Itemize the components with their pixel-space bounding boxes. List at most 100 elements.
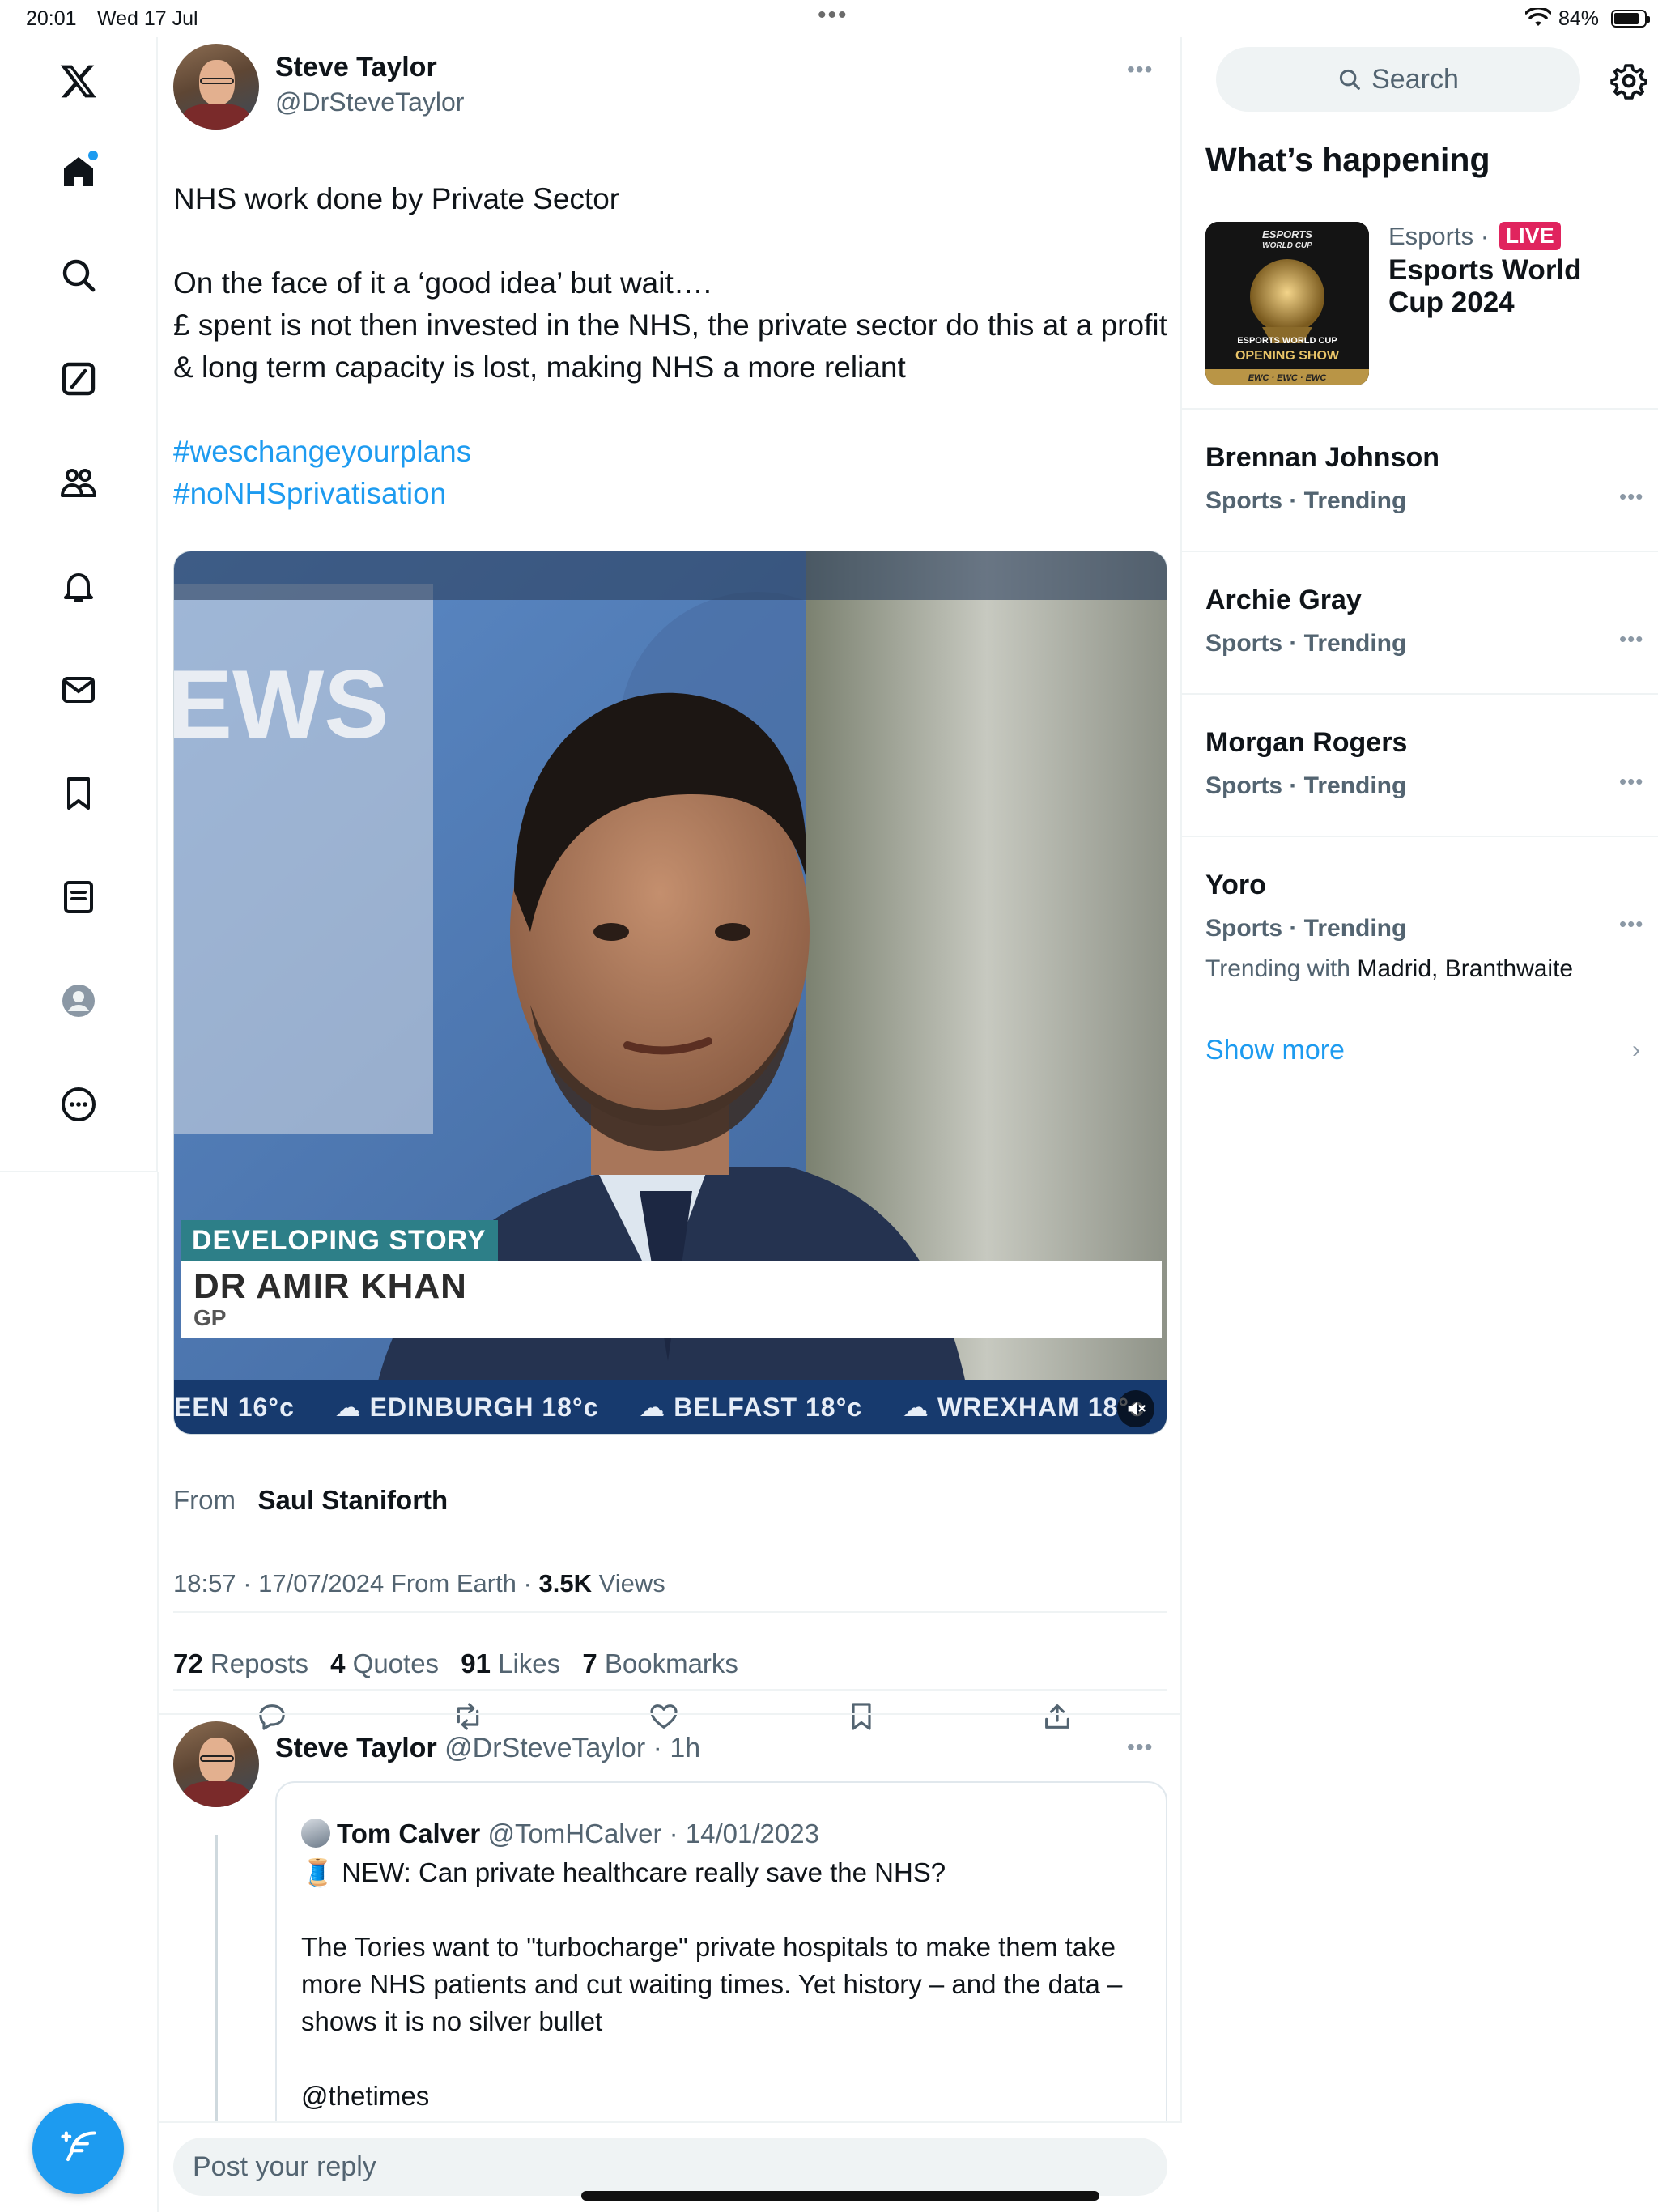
multitasking-dots-icon[interactable]: ••• bbox=[818, 2, 848, 29]
developing-story-tag: DEVELOPING STORY bbox=[181, 1220, 498, 1261]
trend-item[interactable]: Morgan Rogers Sports · Trending ••• bbox=[1182, 693, 1658, 836]
quoted-author-name[interactable]: Tom Calver bbox=[337, 1819, 480, 1848]
svg-text:WORLD CUP: WORLD CUP bbox=[1262, 241, 1312, 250]
bookmarks-icon[interactable] bbox=[54, 769, 103, 818]
grok-icon[interactable] bbox=[54, 355, 103, 403]
post-timestamp[interactable]: 18:57 · 17/07/2024 From Earth · bbox=[173, 1569, 532, 1597]
quoted-author-avatar[interactable] bbox=[301, 1819, 330, 1848]
divider bbox=[173, 1689, 1167, 1691]
author-avatar[interactable] bbox=[173, 44, 259, 130]
notifications-bell-icon[interactable] bbox=[54, 562, 103, 610]
featured-trend[interactable]: ESPORTS WORLD CUP ESPORTS WORLD CUP OPEN… bbox=[1205, 222, 1643, 389]
post-line-3: £ spent is not then invested in the NHS,… bbox=[173, 308, 1167, 384]
thread-line bbox=[215, 1835, 218, 2134]
bookmark-icon[interactable] bbox=[839, 1694, 884, 1739]
compose-post-button[interactable] bbox=[32, 2103, 124, 2194]
reposts-stat[interactable]: 72 Reposts bbox=[173, 1648, 308, 1678]
trend-meta: Sports · Trending bbox=[1205, 915, 1407, 942]
svg-text:EWS: EWS bbox=[174, 650, 389, 759]
whats-happening-title: What’s happening bbox=[1205, 141, 1490, 178]
profile-avatar-icon[interactable] bbox=[54, 976, 103, 1025]
ticker-item: EEN 16°c bbox=[174, 1393, 295, 1422]
trend-meta: Sports · Trending bbox=[1205, 487, 1407, 514]
communities-icon[interactable] bbox=[54, 458, 103, 507]
svg-text:ESPORTS WORLD CUP: ESPORTS WORLD CUP bbox=[1237, 336, 1337, 346]
esports-thumbnail: ESPORTS WORLD CUP ESPORTS WORLD CUP OPEN… bbox=[1205, 222, 1369, 385]
quoted-post[interactable]: Tom Calver @TomHCalver · 14/01/2023 🧵 NE… bbox=[275, 1781, 1167, 2154]
likes-stat[interactable]: 91 Likes bbox=[461, 1648, 560, 1678]
hashtag-link[interactable]: #noNHSprivatisation bbox=[173, 473, 1177, 515]
weather-ticker: EEN 16°c ☁ EDINBURGH 18°c ☁ BELFAST 18°c… bbox=[174, 1380, 1167, 1434]
author-handle[interactable]: @DrSteveTaylor bbox=[275, 87, 464, 117]
quoted-author: Tom Calver @TomHCalver · 14/01/2023 bbox=[301, 1819, 819, 1849]
svg-text:OPENING SHOW: OPENING SHOW bbox=[1235, 349, 1340, 363]
video-attribution: From Saul Staniforth bbox=[173, 1485, 448, 1516]
ticker-item: ☁ WREXHAM 18°c bbox=[903, 1393, 1145, 1422]
status-date: Wed 17 Jul bbox=[97, 7, 198, 30]
battery-icon bbox=[1611, 10, 1650, 28]
x-logo-icon[interactable] bbox=[54, 57, 103, 105]
chevron-right-icon: › bbox=[1632, 1036, 1640, 1063]
quoted-text: 🧵 NEW: Can private healthcare really sav… bbox=[301, 1854, 1151, 2152]
trend-item[interactable]: Archie Gray Sports · Trending ••• bbox=[1182, 551, 1658, 693]
ticker-item: ☁ BELFAST 18°c bbox=[639, 1393, 863, 1422]
reply-author-name[interactable]: Steve Taylor bbox=[275, 1733, 437, 1763]
views-count: 3.5K bbox=[538, 1569, 592, 1597]
video-player[interactable]: EWS DEVELOPING STORY DR AMIR KHAN GP EEN… bbox=[173, 551, 1167, 1435]
feather-plus-icon bbox=[60, 2130, 96, 2161]
settings-gear-icon[interactable] bbox=[1609, 62, 1648, 100]
bookmarks-stat[interactable]: 7 Bookmarks bbox=[582, 1648, 738, 1678]
main-column: Steve Taylor @DrSteveTaylor ••• NHS work… bbox=[159, 37, 1182, 2212]
trend-item[interactable]: Yoro Sports · Trending ••• Trending with… bbox=[1182, 836, 1658, 1014]
from-label: From bbox=[173, 1485, 236, 1515]
left-navigation bbox=[0, 37, 158, 1172]
svg-text:ESPORTS: ESPORTS bbox=[1262, 228, 1312, 240]
divider bbox=[159, 1713, 1182, 1715]
reply-more-icon[interactable]: ••• bbox=[1127, 1734, 1153, 1760]
trend-more-icon[interactable]: ••• bbox=[1619, 627, 1643, 652]
post-line-1: NHS work done by Private Sector bbox=[173, 182, 620, 215]
reply-author-avatar[interactable] bbox=[173, 1721, 259, 1807]
search-icon[interactable] bbox=[54, 251, 103, 300]
messages-envelope-icon[interactable] bbox=[54, 666, 103, 714]
show-more-link[interactable]: Show more bbox=[1205, 1035, 1345, 1066]
post-text: NHS work done by Private Sector On the f… bbox=[173, 178, 1177, 515]
lists-icon[interactable] bbox=[54, 873, 103, 921]
hashtag-link[interactable]: #weschangeyourplans bbox=[173, 431, 1177, 473]
trend-name: Archie Gray bbox=[1205, 585, 1362, 615]
quoted-line-3[interactable]: @thetimes bbox=[301, 2078, 1151, 2115]
status-time: 20:01 bbox=[26, 7, 77, 30]
reply-author: Steve Taylor @DrSteveTaylor · 1h bbox=[275, 1733, 700, 1764]
notification-dot bbox=[88, 151, 98, 160]
featured-title: Esports World Cup 2024 bbox=[1388, 254, 1582, 318]
guest-name: DR AMIR KHAN bbox=[193, 1266, 467, 1306]
wifi-icon bbox=[1525, 8, 1551, 26]
author-name[interactable]: Steve Taylor bbox=[275, 52, 437, 83]
engagement-stats: 72 Reposts 4 Quotes 91 Likes 7 Bookmarks bbox=[173, 1648, 753, 1679]
trending-with: Trending with Madrid, Branthwaite bbox=[1205, 955, 1574, 982]
post-more-icon[interactable]: ••• bbox=[1127, 57, 1153, 83]
trend-more-icon[interactable]: ••• bbox=[1619, 769, 1643, 794]
more-options-icon[interactable] bbox=[54, 1080, 103, 1129]
quoted-line-2: The Tories want to "turbocharge" private… bbox=[301, 1932, 1123, 2036]
trend-more-icon[interactable]: ••• bbox=[1619, 912, 1643, 937]
post-meta: 18:57 · 17/07/2024 From Earth · 3.5K Vie… bbox=[173, 1569, 665, 1598]
home-icon[interactable] bbox=[54, 147, 103, 196]
reply-input[interactable] bbox=[173, 2138, 1167, 2196]
svg-text:EWC · EWC · EWC: EWC · EWC · EWC bbox=[1248, 373, 1328, 383]
quotes-stat[interactable]: 4 Quotes bbox=[330, 1648, 439, 1678]
reply-author-meta[interactable]: @DrSteveTaylor · 1h bbox=[444, 1733, 700, 1763]
views-label: Views bbox=[598, 1569, 665, 1597]
mute-icon[interactable] bbox=[1117, 1390, 1154, 1427]
trend-meta: Sports · Trending bbox=[1205, 772, 1407, 799]
home-indicator[interactable] bbox=[581, 2191, 1099, 2201]
post-line-2: On the face of it a ‘good idea’ but wait… bbox=[173, 266, 712, 300]
trend-more-icon[interactable]: ••• bbox=[1619, 484, 1643, 509]
trend-item[interactable]: Brennan Johnson Sports · Trending ••• bbox=[1182, 408, 1658, 551]
lower-third-caption: DEVELOPING STORY DR AMIR KHAN GP bbox=[181, 1220, 1162, 1338]
trend-meta: Sports · Trending bbox=[1205, 630, 1407, 657]
battery-percent: 84% bbox=[1558, 7, 1600, 30]
share-icon[interactable] bbox=[1035, 1694, 1080, 1739]
from-author-link[interactable]: Saul Staniforth bbox=[258, 1485, 449, 1515]
search-box[interactable]: Search bbox=[1216, 47, 1580, 112]
